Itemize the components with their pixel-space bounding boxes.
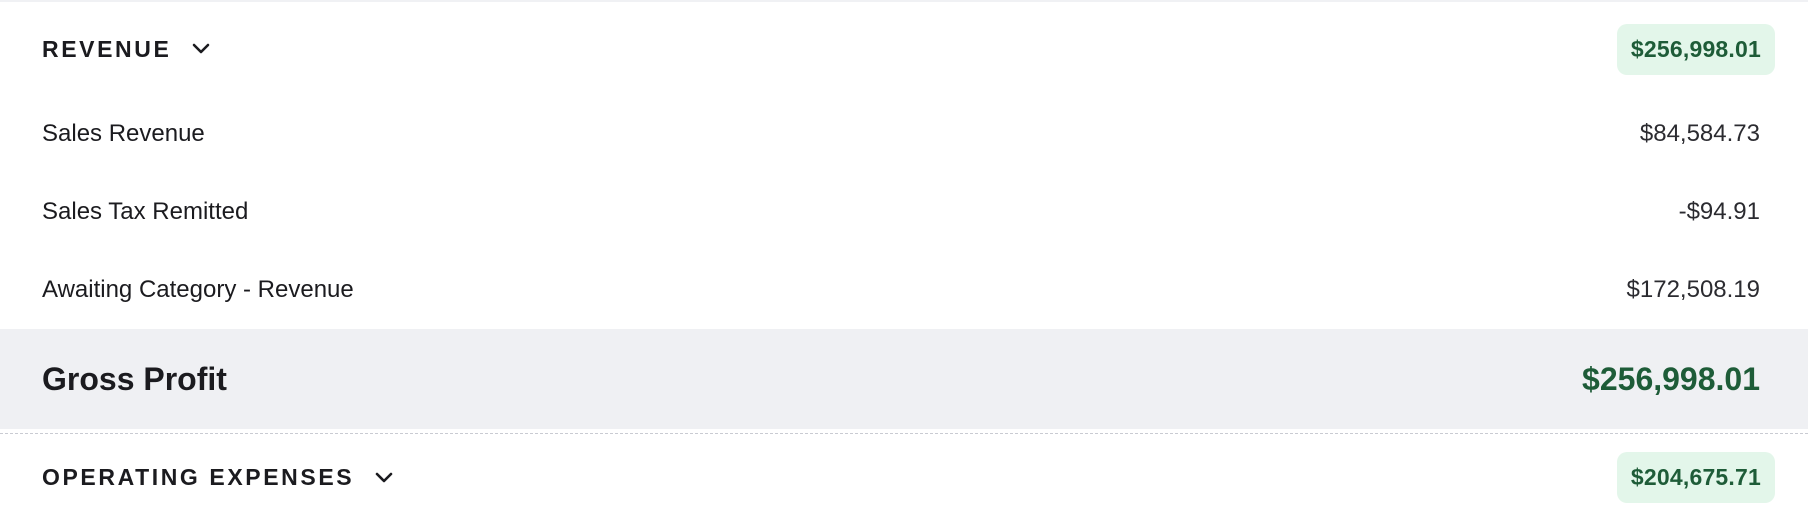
operating-expenses-section-title: OPERATING EXPENSES (42, 464, 355, 490)
operating-expenses-toggle[interactable]: OPERATING EXPENSES (42, 464, 396, 491)
line-item-value: -$94.91 (1678, 198, 1760, 225)
line-item-awaiting-category-revenue[interactable]: Awaiting Category - Revenue $172,508.19 (0, 251, 1808, 329)
line-item-label: Sales Revenue (42, 120, 205, 147)
revenue-toggle[interactable]: REVENUE (42, 36, 213, 63)
line-item-sales-revenue[interactable]: Sales Revenue $84,584.73 (0, 95, 1808, 173)
line-item-label: Sales Tax Remitted (42, 198, 249, 225)
line-item-label: Awaiting Category - Revenue (42, 276, 354, 303)
line-item-sales-tax-remitted[interactable]: Sales Tax Remitted -$94.91 (0, 173, 1808, 251)
profit-loss-report: REVENUE $256,998.01 Sales Revenue $84,58… (0, 0, 1808, 528)
revenue-section-title: REVENUE (42, 35, 172, 62)
gross-profit-value: $256,998.01 (1582, 360, 1760, 397)
operating-expenses-total-badge: $204,675.71 (1616, 452, 1775, 503)
chevron-down-icon[interactable] (372, 466, 396, 490)
line-item-value: $84,584.73 (1639, 120, 1760, 147)
gross-profit-row: Gross Profit $256,998.01 (0, 329, 1808, 429)
line-item-value: $172,508.19 (1626, 276, 1760, 303)
chevron-down-icon[interactable] (189, 37, 213, 61)
revenue-section-header[interactable]: REVENUE $256,998.01 (0, 5, 1808, 93)
operating-expenses-section-header[interactable]: OPERATING EXPENSES $204,675.71 (0, 433, 1808, 521)
gross-profit-label: Gross Profit (42, 360, 227, 397)
revenue-total-badge: $256,998.01 (1616, 23, 1775, 75)
